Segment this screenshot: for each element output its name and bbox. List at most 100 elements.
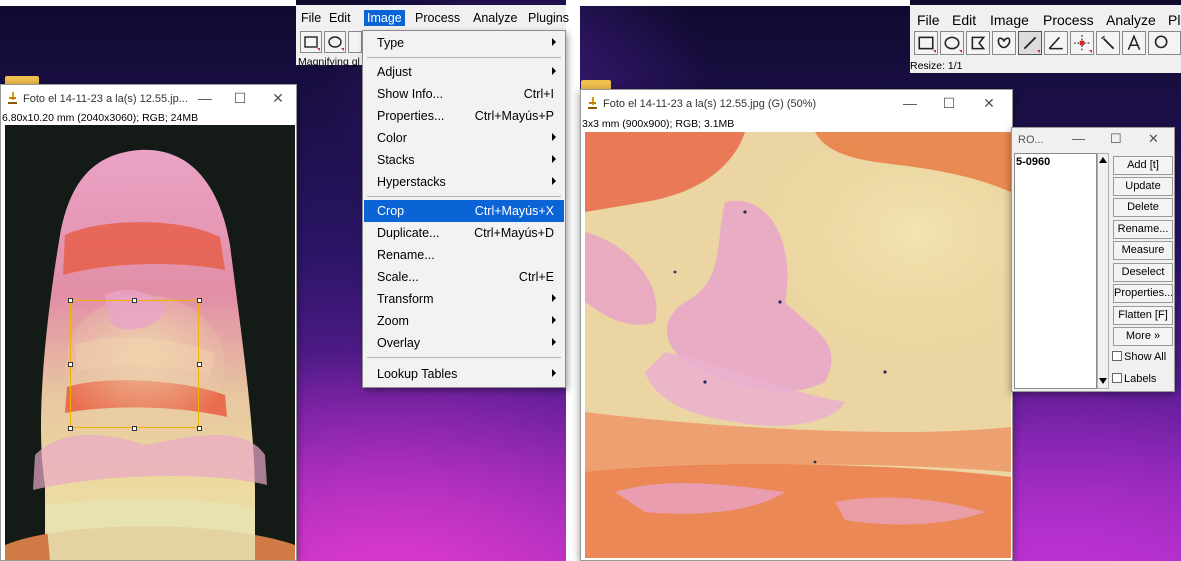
roi-rectangle-selection[interactable] — [70, 300, 199, 428]
menu-file[interactable]: File — [298, 10, 324, 26]
roi-handle[interactable] — [68, 298, 73, 303]
menu-separator — [367, 196, 561, 197]
magnifier-tool-icon[interactable] — [1148, 31, 1181, 55]
roi-handle[interactable] — [132, 426, 137, 431]
menu-item-rename[interactable]: Rename... — [364, 244, 564, 266]
submenu-arrow-icon — [552, 155, 556, 163]
desktop: Foto el 14-11-23 a la(s) 12.55.jp... — ☐… — [0, 0, 1181, 561]
angle-tool-icon[interactable] — [1044, 31, 1068, 55]
minimize-button[interactable]: — — [895, 92, 925, 114]
checkbox-box[interactable] — [1112, 373, 1122, 383]
close-button[interactable]: ✕ — [263, 87, 293, 109]
title-bar[interactable]: Foto el 14-11-23 a la(s) 12.55.jpg (G) (… — [581, 90, 1012, 118]
status-bar: Magnifying gl — [298, 56, 360, 68]
minimize-button[interactable]: — — [190, 87, 220, 109]
menu-edit[interactable]: Edit — [949, 11, 979, 29]
menu-item-scale[interactable]: Scale... Ctrl+E — [364, 266, 564, 288]
menu-bar: File Edit Image Process Analyze Pl — [914, 9, 1181, 29]
menu-item-transform[interactable]: Transform — [364, 288, 564, 310]
menu-analyze[interactable]: Analyze — [1103, 11, 1159, 29]
roi-list-item[interactable]: 5-0960 — [1016, 156, 1050, 168]
menu-image[interactable]: Image — [364, 10, 405, 26]
scroll-down-icon[interactable] — [1099, 378, 1107, 384]
menu-analyze[interactable]: Analyze — [470, 10, 520, 26]
menu-file[interactable]: File — [914, 11, 943, 29]
menu-item-duplicate[interactable]: Duplicate... Ctrl+Mayús+D — [364, 222, 564, 244]
menu-edit[interactable]: Edit — [326, 10, 354, 26]
menu-separator — [367, 57, 561, 58]
image-canvas[interactable] — [585, 132, 1011, 558]
menu-item-zoom[interactable]: Zoom — [364, 310, 564, 332]
menu-item-overlay[interactable]: Overlay — [364, 332, 564, 354]
submenu-arrow-icon — [552, 338, 556, 346]
menu-item-stacks[interactable]: Stacks — [364, 149, 564, 171]
roi-handle[interactable] — [197, 362, 202, 367]
submenu-arrow-icon — [552, 67, 556, 75]
imagej-toolbar-secondary: File Edit Image Process Analyze Pl Resiz… — [910, 5, 1181, 73]
oval-tool-icon[interactable] — [940, 31, 964, 55]
minimize-button[interactable]: — — [1072, 131, 1085, 146]
menu-item-color[interactable]: Color — [364, 127, 564, 149]
rectangle-tool-icon[interactable] — [300, 31, 322, 53]
polygon-tool-icon[interactable] — [348, 31, 362, 53]
image-window-original[interactable]: Foto el 14-11-23 a la(s) 12.55.jp... — ☐… — [0, 84, 297, 561]
title-bar[interactable]: Foto el 14-11-23 a la(s) 12.55.jp... — ☐… — [1, 85, 296, 113]
wand-tool-icon[interactable] — [1096, 31, 1120, 55]
image-menu-dropdown: Type Adjust Show Info... Ctrl+I Propertie… — [362, 30, 566, 388]
menu-plugins[interactable]: Plugins — [525, 10, 572, 26]
roi-list[interactable]: 5-0960 — [1014, 153, 1097, 389]
text-tool-icon[interactable] — [1122, 31, 1146, 55]
rectangle-tool-icon[interactable] — [914, 31, 938, 55]
menu-item-lookup-tables[interactable]: Lookup Tables — [364, 363, 564, 385]
point-tool-icon[interactable] — [1070, 31, 1094, 55]
measure-button[interactable]: Measure — [1113, 241, 1173, 260]
submenu-arrow-icon — [552, 369, 556, 377]
menu-plugins[interactable]: Pl — [1165, 11, 1181, 29]
show-all-checkbox[interactable]: Show All — [1112, 351, 1166, 363]
image-window-cropped[interactable]: Foto el 14-11-23 a la(s) 12.55.jpg (G) (… — [580, 89, 1013, 561]
menu-item-properties[interactable]: Properties... Ctrl+Mayús+P — [364, 105, 564, 127]
rename-button[interactable]: Rename... — [1113, 220, 1173, 239]
window-title: Foto el 14-11-23 a la(s) 12.55.jpg (G) (… — [603, 98, 817, 110]
menu-item-show-info[interactable]: Show Info... Ctrl+I — [364, 83, 564, 105]
menu-image[interactable]: Image — [987, 11, 1032, 29]
labels-checkbox[interactable]: Labels — [1112, 373, 1156, 385]
submenu-arrow-icon — [552, 38, 556, 46]
roi-handle[interactable] — [197, 298, 202, 303]
menu-item-adjust[interactable]: Adjust — [364, 61, 564, 83]
flatten-button[interactable]: Flatten [F] — [1113, 306, 1173, 325]
scroll-up-icon[interactable] — [1099, 157, 1107, 163]
roi-handle[interactable] — [197, 426, 202, 431]
oval-tool-icon[interactable] — [324, 31, 346, 53]
maximize-button[interactable]: ☐ — [1110, 131, 1122, 147]
properties-button[interactable]: Properties... — [1113, 284, 1173, 303]
menu-item-type[interactable]: Type — [364, 32, 564, 54]
menu-item-hyperstacks[interactable]: Hyperstacks — [364, 171, 564, 193]
menu-process[interactable]: Process — [412, 10, 463, 26]
menu-process[interactable]: Process — [1040, 11, 1097, 29]
line-tool-icon[interactable] — [1018, 31, 1042, 55]
roi-list-scrollbar[interactable] — [1097, 153, 1109, 389]
roi-manager-window[interactable]: RO... — ☐ ✕ 5-0960 Add [t] Update Delete… — [1011, 127, 1175, 392]
maximize-button[interactable]: ☐ — [934, 92, 964, 114]
deselect-button[interactable]: Deselect — [1113, 263, 1173, 282]
more-button[interactable]: More » — [1113, 327, 1173, 346]
title-bar[interactable]: RO... — ☐ ✕ — [1012, 128, 1174, 152]
freehand-tool-icon[interactable] — [992, 31, 1016, 55]
image-canvas[interactable] — [5, 125, 295, 560]
cropped-tooth-image — [585, 132, 1011, 558]
polygon-tool-icon[interactable] — [966, 31, 990, 55]
roi-handle[interactable] — [68, 426, 73, 431]
imagej-microscope-icon — [8, 92, 17, 104]
checkbox-box[interactable] — [1112, 351, 1122, 361]
add-button[interactable]: Add [t] — [1113, 156, 1173, 175]
roi-handle[interactable] — [132, 298, 137, 303]
image-info: 6.80x10.20 mm (2040x3060); RGB; 24MB — [2, 112, 199, 124]
roi-handle[interactable] — [68, 362, 73, 367]
menu-item-crop[interactable]: Crop Ctrl+Mayús+X — [364, 200, 564, 222]
update-button[interactable]: Update — [1113, 177, 1173, 196]
delete-button[interactable]: Delete — [1113, 198, 1173, 217]
maximize-button[interactable]: ☐ — [225, 87, 255, 109]
close-button[interactable]: ✕ — [974, 92, 1004, 114]
close-button[interactable]: ✕ — [1148, 131, 1159, 147]
